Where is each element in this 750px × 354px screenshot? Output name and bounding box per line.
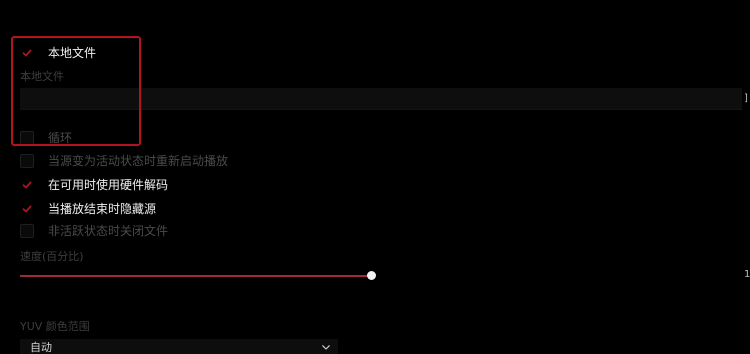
restart-on-active-label: 当源变为活动状态时重新启动播放 — [48, 154, 229, 168]
speed-slider-thumb[interactable] — [367, 271, 376, 280]
chevron-down-icon — [322, 344, 330, 350]
check-icon — [22, 181, 32, 188]
hw-decode-row[interactable]: 在可用时使用硬件解码 — [20, 176, 168, 193]
media-source-properties: 本地文件 本地文件 ] 循环 当源变为活动状态时重新启动播放 在可用时使用硬件解… — [0, 0, 750, 354]
highlight-annotation-box — [11, 36, 141, 146]
speed-slider-track[interactable] — [20, 275, 372, 277]
browse-button-edge[interactable]: ] — [744, 93, 750, 104]
close-inactive-checkbox[interactable] — [20, 223, 34, 238]
speed-label: 速度(百分比) — [20, 250, 84, 263]
hide-on-end-checkbox[interactable] — [20, 202, 34, 216]
hide-on-end-label: 当播放结束时隐藏源 — [48, 202, 157, 216]
close-inactive-label: 非活跃状态时关闭文件 — [48, 224, 169, 238]
close-inactive-row[interactable]: 非活跃状态时关闭文件 — [20, 222, 168, 239]
speed-value-display[interactable]: 1 — [744, 269, 750, 280]
restart-on-active-checkbox[interactable] — [20, 153, 34, 168]
hw-decode-checkbox[interactable] — [20, 178, 34, 192]
hw-decode-label: 在可用时使用硬件解码 — [48, 178, 169, 192]
yuv-range-selected-value: 自动 — [30, 341, 52, 354]
check-icon — [22, 205, 32, 212]
yuv-range-label: YUV 颜色范围 — [20, 320, 90, 333]
restart-on-active-row[interactable]: 当源变为活动状态时重新启动播放 — [20, 152, 228, 169]
yuv-range-select[interactable]: 自动 — [20, 339, 338, 354]
hide-on-end-row[interactable]: 当播放结束时隐藏源 — [20, 200, 156, 217]
